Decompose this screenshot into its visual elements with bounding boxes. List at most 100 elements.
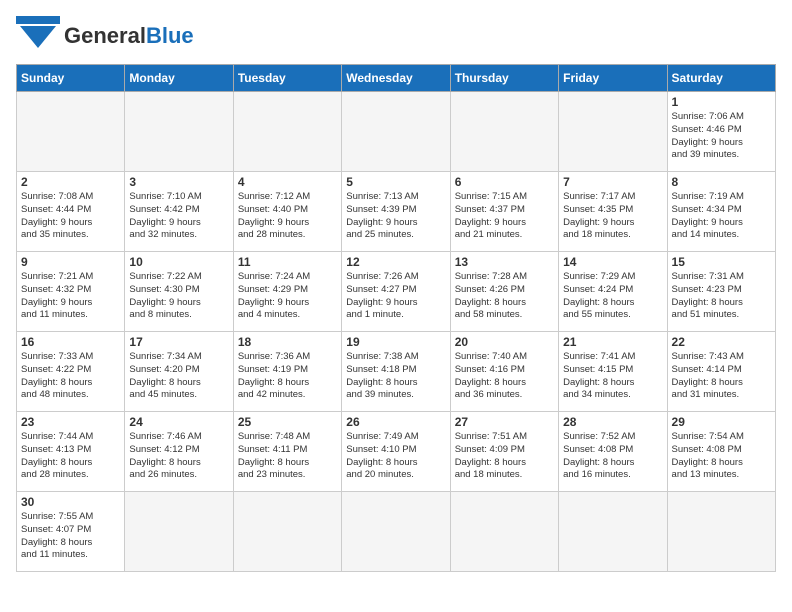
calendar-cell [342, 92, 450, 172]
calendar-cell: 24 Sunrise: 7:46 AM Sunset: 4:12 PM Dayli… [125, 412, 233, 492]
calendar-cell: 19 Sunrise: 7:38 AM Sunset: 4:18 PM Dayli… [342, 332, 450, 412]
day-number: 25 [238, 415, 337, 429]
day-number: 29 [672, 415, 771, 429]
calendar-cell [233, 92, 341, 172]
calendar-cell: 25 Sunrise: 7:48 AM Sunset: 4:11 PM Dayli… [233, 412, 341, 492]
calendar-cell: 13 Sunrise: 7:28 AM Sunset: 4:26 PM Dayli… [450, 252, 558, 332]
weekday-header: Thursday [450, 65, 558, 92]
calendar-cell [125, 492, 233, 572]
calendar-cell: 10Sunrise: 7:22 AM Sunset: 4:30 PM Dayli… [125, 252, 233, 332]
day-number: 5 [346, 175, 445, 189]
calendar-cell: 16 Sunrise: 7:33 AM Sunset: 4:22 PM Dayli… [17, 332, 125, 412]
cell-info: Sunrise: 7:49 AM Sunset: 4:10 PM Dayligh… [346, 431, 445, 482]
cell-info: Sunrise: 7:24 AM Sunset: 4:29 PM Dayligh… [238, 271, 337, 322]
calendar-cell: 29Sunrise: 7:54 AM Sunset: 4:08 PM Dayli… [667, 412, 775, 492]
day-number: 9 [21, 255, 120, 269]
calendar-cell: 14Sunrise: 7:29 AM Sunset: 4:24 PM Dayli… [559, 252, 667, 332]
cell-info: Sunrise: 7:15 AM Sunset: 4:37 PM Dayligh… [455, 191, 554, 242]
day-number: 24 [129, 415, 228, 429]
cell-info: Sunrise: 7:10 AM Sunset: 4:42 PM Dayligh… [129, 191, 228, 242]
day-number: 18 [238, 335, 337, 349]
day-number: 19 [346, 335, 445, 349]
day-number: 3 [129, 175, 228, 189]
day-number: 7 [563, 175, 662, 189]
calendar-cell: 6 Sunrise: 7:15 AM Sunset: 4:37 PM Daylig… [450, 172, 558, 252]
calendar-cell [559, 92, 667, 172]
cell-info: Sunrise: 7:33 AM Sunset: 4:22 PM Dayligh… [21, 351, 120, 402]
day-number: 30 [21, 495, 120, 509]
weekday-header: Friday [559, 65, 667, 92]
calendar-cell: 30 Sunrise: 7:55 AM Sunset: 4:07 PM Dayli… [17, 492, 125, 572]
cell-info: Sunrise: 7:22 AM Sunset: 4:30 PM Dayligh… [129, 271, 228, 322]
weekday-header: Sunday [17, 65, 125, 92]
cell-info: Sunrise: 7:55 AM Sunset: 4:07 PM Dayligh… [21, 511, 120, 562]
cell-info: Sunrise: 7:13 AM Sunset: 4:39 PM Dayligh… [346, 191, 445, 242]
day-number: 22 [672, 335, 771, 349]
cell-info: Sunrise: 7:26 AM Sunset: 4:27 PM Dayligh… [346, 271, 445, 322]
calendar-cell: 23 Sunrise: 7:44 AM Sunset: 4:13 PM Dayli… [17, 412, 125, 492]
calendar-cell: 4 Sunrise: 7:12 AM Sunset: 4:40 PM Daylig… [233, 172, 341, 252]
cell-info: Sunrise: 7:08 AM Sunset: 4:44 PM Dayligh… [21, 191, 120, 242]
calendar-cell: 21 Sunrise: 7:41 AM Sunset: 4:15 PM Dayli… [559, 332, 667, 412]
calendar-cell [17, 92, 125, 172]
day-number: 8 [672, 175, 771, 189]
day-number: 13 [455, 255, 554, 269]
cell-info: Sunrise: 7:31 AM Sunset: 4:23 PM Dayligh… [672, 271, 771, 322]
calendar-cell [233, 492, 341, 572]
calendar-cell: 1 Sunrise: 7:06 AM Sunset: 4:46 PM Daylig… [667, 92, 775, 172]
cell-info: Sunrise: 7:06 AM Sunset: 4:46 PM Dayligh… [672, 111, 771, 162]
day-number: 27 [455, 415, 554, 429]
calendar-cell [342, 492, 450, 572]
cell-info: Sunrise: 7:12 AM Sunset: 4:40 PM Dayligh… [238, 191, 337, 242]
day-number: 2 [21, 175, 120, 189]
cell-info: Sunrise: 7:44 AM Sunset: 4:13 PM Dayligh… [21, 431, 120, 482]
day-number: 21 [563, 335, 662, 349]
calendar-cell [450, 492, 558, 572]
cell-info: Sunrise: 7:41 AM Sunset: 4:15 PM Dayligh… [563, 351, 662, 402]
day-number: 15 [672, 255, 771, 269]
calendar-header: SundayMondayTuesdayWednesdayThursdayFrid… [17, 65, 776, 92]
calendar-cell: 3 Sunrise: 7:10 AM Sunset: 4:42 PM Daylig… [125, 172, 233, 252]
cell-info: Sunrise: 7:38 AM Sunset: 4:18 PM Dayligh… [346, 351, 445, 402]
day-number: 16 [21, 335, 120, 349]
calendar-cell: 27Sunrise: 7:51 AM Sunset: 4:09 PM Dayli… [450, 412, 558, 492]
calendar-cell: 20Sunrise: 7:40 AM Sunset: 4:16 PM Dayli… [450, 332, 558, 412]
calendar-cell: 17 Sunrise: 7:34 AM Sunset: 4:20 PM Dayli… [125, 332, 233, 412]
calendar-table: SundayMondayTuesdayWednesdayThursdayFrid… [16, 64, 776, 572]
cell-info: Sunrise: 7:52 AM Sunset: 4:08 PM Dayligh… [563, 431, 662, 482]
day-number: 4 [238, 175, 337, 189]
calendar-cell: 12 Sunrise: 7:26 AM Sunset: 4:27 PM Dayli… [342, 252, 450, 332]
cell-info: Sunrise: 7:17 AM Sunset: 4:35 PM Dayligh… [563, 191, 662, 242]
cell-info: Sunrise: 7:36 AM Sunset: 4:19 PM Dayligh… [238, 351, 337, 402]
cell-info: Sunrise: 7:34 AM Sunset: 4:20 PM Dayligh… [129, 351, 228, 402]
calendar-cell: 28Sunrise: 7:52 AM Sunset: 4:08 PM Dayli… [559, 412, 667, 492]
calendar-cell: 7 Sunrise: 7:17 AM Sunset: 4:35 PM Daylig… [559, 172, 667, 252]
weekday-header: Tuesday [233, 65, 341, 92]
cell-info: Sunrise: 7:29 AM Sunset: 4:24 PM Dayligh… [563, 271, 662, 322]
calendar-cell [450, 92, 558, 172]
logo: GeneralBlue [16, 16, 194, 56]
cell-info: Sunrise: 7:48 AM Sunset: 4:11 PM Dayligh… [238, 431, 337, 482]
calendar-cell: 26 Sunrise: 7:49 AM Sunset: 4:10 PM Dayli… [342, 412, 450, 492]
cell-info: Sunrise: 7:46 AM Sunset: 4:12 PM Dayligh… [129, 431, 228, 482]
day-number: 1 [672, 95, 771, 109]
weekday-header: Saturday [667, 65, 775, 92]
calendar-cell: 15 Sunrise: 7:31 AM Sunset: 4:23 PM Dayli… [667, 252, 775, 332]
calendar-cell [667, 492, 775, 572]
logo-text: GeneralBlue [64, 23, 194, 48]
day-number: 23 [21, 415, 120, 429]
weekday-header: Monday [125, 65, 233, 92]
page-header: GeneralBlue [16, 16, 776, 56]
cell-info: Sunrise: 7:43 AM Sunset: 4:14 PM Dayligh… [672, 351, 771, 402]
day-number: 6 [455, 175, 554, 189]
day-number: 17 [129, 335, 228, 349]
calendar-cell: 22 Sunrise: 7:43 AM Sunset: 4:14 PM Dayli… [667, 332, 775, 412]
calendar-cell: 2 Sunrise: 7:08 AM Sunset: 4:44 PM Daylig… [17, 172, 125, 252]
calendar-cell: 11Sunrise: 7:24 AM Sunset: 4:29 PM Dayli… [233, 252, 341, 332]
day-number: 12 [346, 255, 445, 269]
day-number: 26 [346, 415, 445, 429]
calendar-cell [559, 492, 667, 572]
calendar-cell [125, 92, 233, 172]
weekday-header: Wednesday [342, 65, 450, 92]
cell-info: Sunrise: 7:28 AM Sunset: 4:26 PM Dayligh… [455, 271, 554, 322]
